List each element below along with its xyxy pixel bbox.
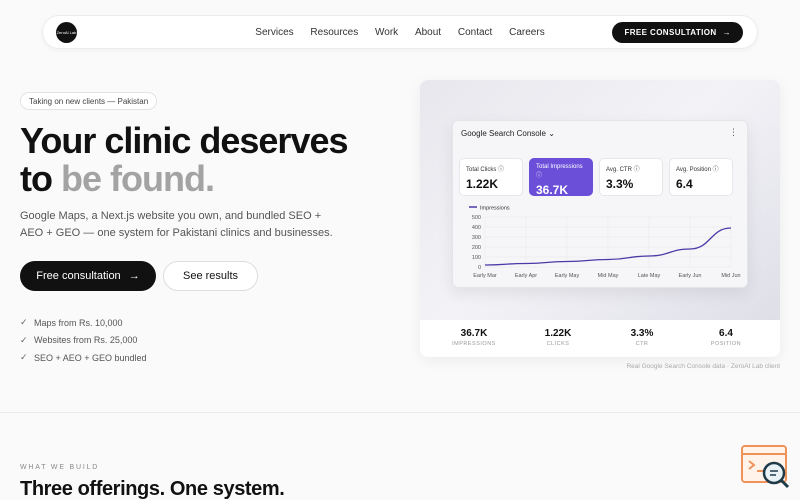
nav-link-services[interactable]: Services bbox=[255, 27, 293, 38]
metric-label: Avg. Position bbox=[676, 167, 711, 173]
see-results-label: See results bbox=[182, 270, 239, 282]
status-pill-text: Taking on new clients — Pakistan bbox=[29, 96, 149, 106]
metric-label: Avg. CTR bbox=[606, 167, 632, 173]
results-card: Google Search Console ⌄ ⋮ Total Clicks ⓘ… bbox=[420, 80, 780, 357]
metric-value: 6.4 bbox=[676, 177, 693, 191]
headline-line-1: Your clinic deserves bbox=[20, 120, 349, 161]
checklist-item: ✓ Maps from Rs. 10,000 bbox=[20, 314, 147, 332]
y-tick-label: 300 bbox=[472, 235, 481, 241]
y-tick-label: 0 bbox=[478, 265, 481, 271]
feature-checklist: ✓ Maps from Rs. 10,000 ✓ Websites from Rs.… bbox=[20, 314, 147, 367]
check-icon: ✓ bbox=[20, 317, 28, 328]
stat-value: 3.3% bbox=[630, 328, 654, 339]
stat-position: 6.4 POSITION bbox=[691, 328, 761, 347]
checklist-item: ✓ SEO + AEO + GEO bundled bbox=[20, 349, 147, 367]
free-consultation-nav-button[interactable]: FREE CONSULTATION → bbox=[612, 22, 743, 43]
metric-label: Total Impressions bbox=[536, 164, 583, 170]
x-tick-label: Early Mar bbox=[473, 273, 497, 279]
stat-label: POSITION bbox=[710, 341, 742, 347]
headline-muted: be found. bbox=[61, 158, 215, 199]
free-consultation-label: Free consultation bbox=[36, 270, 121, 282]
stat-label: IMPRESSIONS bbox=[452, 341, 496, 347]
x-tick-label: Early Jun bbox=[679, 273, 702, 279]
console-title: Google Search Console ⌄ bbox=[461, 129, 555, 138]
see-results-button[interactable]: See results bbox=[163, 261, 258, 291]
metric-value: 1.22K bbox=[466, 177, 499, 191]
card-caption: Real Google Search Console data · ZeroAI… bbox=[626, 363, 780, 370]
nav-cta-label: FREE CONSULTATION bbox=[624, 28, 717, 37]
stat-value: 6.4 bbox=[719, 328, 733, 339]
metric-avg-position[interactable]: Avg. Position ⓘ 6.4 bbox=[669, 158, 733, 196]
nav-link-careers[interactable]: Careers bbox=[509, 27, 545, 38]
hero-headline: Your clinic deserves to be found. bbox=[20, 120, 349, 199]
y-tick-label: 500 bbox=[472, 215, 481, 221]
search-console-panel: Google Search Console ⌄ ⋮ Total Clicks ⓘ… bbox=[452, 120, 748, 288]
nav-link-contact[interactable]: Contact bbox=[458, 27, 492, 38]
checklist-text: SEO + AEO + GEO bundled bbox=[34, 352, 147, 363]
legend-label: Impressions bbox=[480, 206, 510, 212]
stat-label: CTR bbox=[635, 341, 649, 347]
check-icon: ✓ bbox=[20, 334, 28, 345]
metric-total-impressions[interactable]: Total Impressions ⓘ 36.7K bbox=[529, 158, 593, 197]
hero-subtitle: Google Maps, a Next.js website you own, … bbox=[20, 210, 333, 239]
stat-value: 36.7K bbox=[460, 328, 488, 339]
free-consultation-button[interactable]: Free consultation → bbox=[20, 261, 156, 291]
stat-ctr: 3.3% CTR bbox=[607, 328, 677, 347]
y-tick-label: 400 bbox=[472, 225, 481, 231]
section-title: Three offerings. One system. bbox=[20, 478, 285, 500]
checklist-text: Websites from Rs. 25,000 bbox=[34, 335, 138, 346]
top-nav: ZeroAI Lab Services Resources Work About… bbox=[42, 15, 758, 49]
x-tick-label: Mid Jun bbox=[721, 273, 740, 279]
stat-clicks: 1.22K CLICKS bbox=[523, 328, 593, 347]
stat-value: 1.22K bbox=[544, 328, 572, 339]
nav-link-work[interactable]: Work bbox=[375, 27, 398, 38]
info-icon: ⓘ bbox=[712, 167, 719, 173]
nav-link-about[interactable]: About bbox=[415, 27, 441, 38]
arrow-right-icon: → bbox=[722, 28, 731, 37]
info-icon: ⓘ bbox=[498, 167, 505, 173]
metric-avg-ctr[interactable]: Avg. CTR ⓘ 3.3% bbox=[599, 158, 663, 196]
checklist-item: ✓ Websites from Rs. 25,000 bbox=[20, 332, 147, 350]
arrow-right-icon: → bbox=[128, 270, 140, 282]
x-tick-label: Late May bbox=[638, 273, 661, 279]
x-tick-label: Early Apr bbox=[515, 273, 537, 279]
status-pill: Taking on new clients — Pakistan bbox=[20, 92, 158, 110]
section-divider bbox=[0, 412, 800, 413]
x-tick-label: Early May bbox=[555, 273, 580, 279]
code-search-icon[interactable] bbox=[740, 444, 792, 490]
headline-to: to bbox=[20, 158, 53, 199]
impressions-chart: Impressions 0 100 200 300 400 500 Early Mar Earl… bbox=[469, 206, 741, 279]
more-options-icon[interactable]: ⋮ bbox=[729, 127, 738, 138]
x-tick-label: Mid May bbox=[598, 273, 619, 279]
section-eyebrow: WHAT WE BUILD bbox=[20, 464, 100, 471]
checklist-text: Maps from Rs. 10,000 bbox=[34, 317, 123, 328]
metric-label: Total Clicks bbox=[466, 167, 497, 173]
metric-value: 3.3% bbox=[606, 177, 634, 191]
info-icon: ⓘ bbox=[633, 167, 640, 173]
check-icon: ✓ bbox=[20, 352, 28, 363]
stats-bar: 36.7K IMPRESSIONS 1.22K CLICKS 3.3% CTR … bbox=[420, 320, 780, 357]
console-title-text: Google Search Console bbox=[461, 129, 546, 138]
chevron-down-icon: ⌄ bbox=[548, 129, 555, 138]
stat-impressions: 36.7K IMPRESSIONS bbox=[439, 328, 509, 347]
y-tick-label: 200 bbox=[472, 245, 481, 251]
y-tick-label: 100 bbox=[472, 255, 481, 261]
metric-value: 36.7K bbox=[536, 183, 569, 197]
stat-label: CLICKS bbox=[546, 341, 570, 347]
metric-total-clicks[interactable]: Total Clicks ⓘ 1.22K bbox=[459, 158, 523, 196]
info-icon: ⓘ bbox=[536, 173, 543, 179]
nav-link-resources[interactable]: Resources bbox=[310, 27, 358, 38]
